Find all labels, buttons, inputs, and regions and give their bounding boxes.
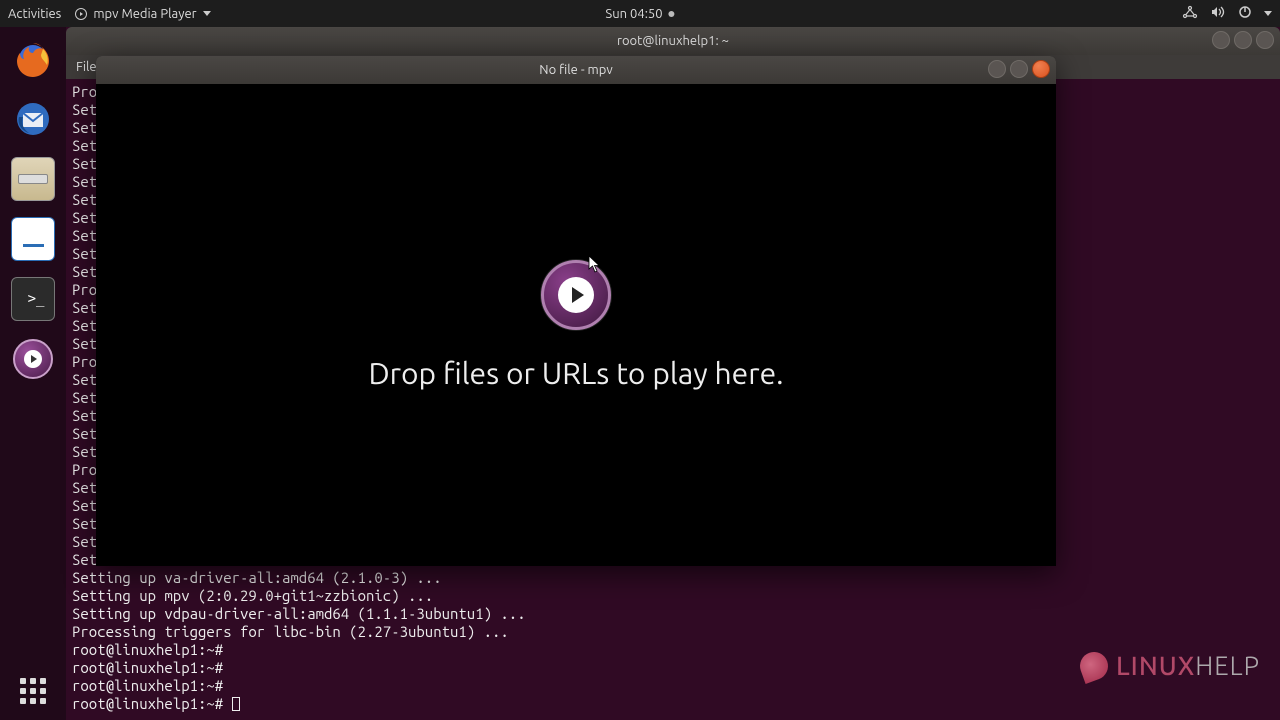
linuxhelp-watermark: LINUXHELP [1080, 651, 1260, 680]
terminal-menu-file[interactable]: File [76, 60, 97, 74]
mpv-titlebar[interactable]: No file - mpv [96, 56, 1056, 84]
mpv-menu-icon [75, 8, 87, 20]
mpv-maximize-button[interactable] [1010, 60, 1028, 78]
show-applications-button[interactable] [0, 678, 66, 704]
mpv-drop-text: Drop files or URLs to play here. [368, 356, 783, 390]
mpv-minimize-button[interactable] [988, 60, 1006, 78]
chevron-down-icon [203, 11, 211, 16]
firefox-launcher[interactable] [11, 37, 55, 81]
activities-button[interactable]: Activities [8, 7, 61, 21]
terminal-launcher[interactable]: >_ [11, 277, 55, 321]
mpv-drop-area[interactable]: Drop files or URLs to play here. [96, 84, 1056, 566]
terminal-title: root@linuxhelp1: ~ [617, 34, 729, 48]
mpv-logo-icon [541, 260, 611, 330]
terminal-titlebar[interactable]: root@linuxhelp1: ~ [66, 27, 1280, 55]
watermark-text-2: HELP [1195, 651, 1260, 680]
watermark-text-1: LINUX [1116, 651, 1195, 680]
app-menu[interactable]: mpv Media Player [75, 7, 210, 21]
volume-icon[interactable] [1210, 5, 1226, 22]
network-icon[interactable] [1182, 5, 1198, 22]
mpv-title: No file - mpv [539, 63, 612, 77]
notification-dot-icon [669, 11, 675, 17]
mpv-launcher[interactable] [11, 337, 55, 381]
terminal-maximize-button[interactable] [1234, 31, 1252, 49]
system-menu-chevron-icon[interactable] [1264, 11, 1272, 16]
clock-label: Sun 04:50 [605, 7, 662, 21]
thunderbird-launcher[interactable] [11, 97, 55, 141]
clock[interactable]: Sun 04:50 [605, 7, 674, 21]
power-icon[interactable] [1238, 5, 1252, 22]
launcher-dock: >_ [0, 27, 66, 720]
watermark-flame-icon [1076, 648, 1112, 684]
libreoffice-writer-launcher[interactable] [11, 217, 55, 261]
files-launcher[interactable] [11, 157, 55, 201]
app-menu-label: mpv Media Player [93, 7, 196, 21]
terminal-close-button[interactable] [1256, 31, 1274, 49]
gnome-top-bar: Activities mpv Media Player Sun 04:50 [0, 0, 1280, 27]
mpv-window: No file - mpv Drop files or URLs to play… [96, 56, 1056, 566]
terminal-minimize-button[interactable] [1212, 31, 1230, 49]
mpv-close-button[interactable] [1032, 60, 1050, 78]
